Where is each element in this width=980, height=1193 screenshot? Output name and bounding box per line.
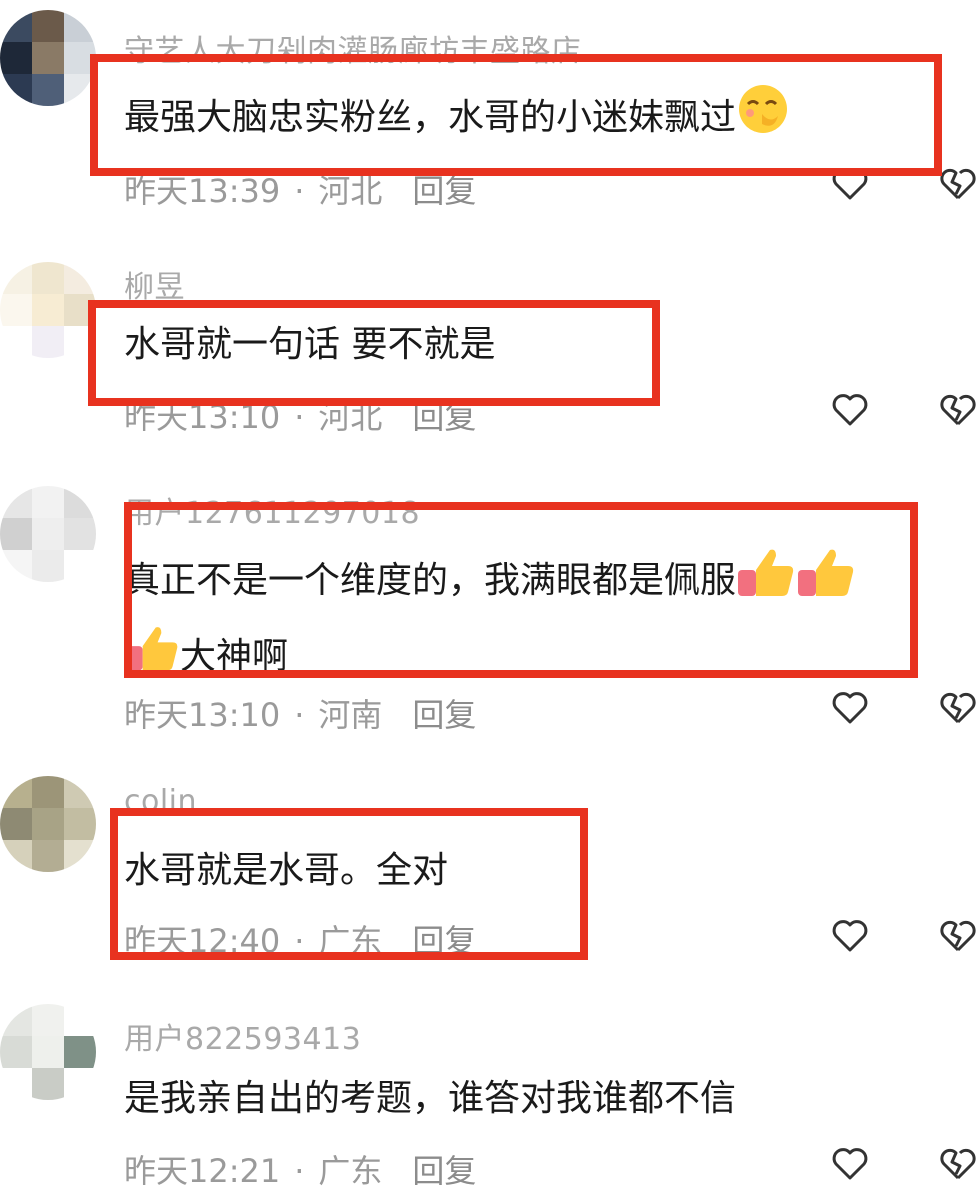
comment-time: 昨天12:21 (124, 1152, 281, 1190)
reply-button[interactable]: 回复 (412, 696, 476, 734)
heart-icon[interactable] (830, 390, 870, 430)
comment-meta: 昨天12:40 · 广东 回复 (124, 922, 477, 960)
shy-face-emoji (736, 82, 790, 156)
comment-location: 河南 (318, 696, 383, 734)
username[interactable]: 守艺人大刀剁肉灌肠廊坊丰盛路店 (124, 26, 582, 70)
avatar[interactable] (0, 1004, 96, 1100)
comment-text: 真正不是一个维度的，我满眼都是佩服 大神啊 (124, 544, 856, 696)
username[interactable]: colin (124, 784, 197, 819)
comment-meta: 昨天12:21 · 广东 回复 (124, 1152, 477, 1190)
comment-text-line: 大神啊 (124, 620, 856, 696)
broken-heart-icon[interactable] (938, 164, 978, 204)
avatar[interactable] (0, 10, 96, 106)
comment-location: 广东 (318, 1152, 383, 1190)
heart-icon[interactable] (830, 164, 870, 204)
reply-button[interactable]: 回复 (412, 172, 476, 210)
comment-text: 最强大脑忠实粉丝，水哥的小迷妹飘过 (124, 82, 790, 156)
comment-meta: 昨天13:10 · 河南 回复 (124, 696, 477, 734)
comment-time: 昨天13:39 (124, 172, 281, 210)
thumbs-up-emoji (796, 544, 856, 620)
heart-icon[interactable] (830, 916, 870, 956)
heart-icon[interactable] (830, 1144, 870, 1184)
broken-heart-icon[interactable] (938, 390, 978, 430)
comment-meta: 昨天13:39 · 河北 回复 (124, 172, 477, 210)
comment-text: 是我亲自出的考题，谁答对我谁都不信 (124, 1078, 737, 1119)
reply-button[interactable]: 回复 (412, 922, 476, 960)
thumbs-up-emoji (736, 544, 796, 620)
comment-text-content: 最强大脑忠实粉丝，水哥的小迷妹飘过 (124, 97, 737, 138)
username[interactable]: 用户127611297018 (124, 488, 420, 532)
avatar[interactable] (0, 262, 96, 358)
broken-heart-icon[interactable] (938, 688, 978, 728)
comment-text: 水哥就一句话 要不就是 (124, 324, 496, 365)
comment-location: 河北 (318, 398, 383, 436)
broken-heart-icon[interactable] (938, 1144, 978, 1184)
avatar[interactable] (0, 776, 96, 872)
comment-time: 昨天13:10 (124, 398, 281, 436)
comment-meta: 昨天13:10 · 河北 回复 (124, 398, 477, 436)
heart-icon[interactable] (830, 688, 870, 728)
comment-time: 昨天12:40 (124, 922, 281, 960)
username[interactable]: 用户822593413 (124, 1014, 361, 1058)
comment-time: 昨天13:10 (124, 696, 281, 734)
comment-text: 水哥就是水哥。全对 (124, 850, 449, 891)
avatar[interactable] (0, 486, 96, 582)
broken-heart-icon[interactable] (938, 916, 978, 956)
reply-button[interactable]: 回复 (412, 1152, 476, 1190)
comment-location: 广东 (318, 922, 383, 960)
thumbs-up-emoji (124, 620, 180, 696)
comment-text-line: 真正不是一个维度的，我满眼都是佩服 (124, 544, 856, 620)
comment-location: 河北 (318, 172, 383, 210)
reply-button[interactable]: 回复 (412, 398, 476, 436)
username[interactable]: 柳昱 (124, 262, 185, 306)
